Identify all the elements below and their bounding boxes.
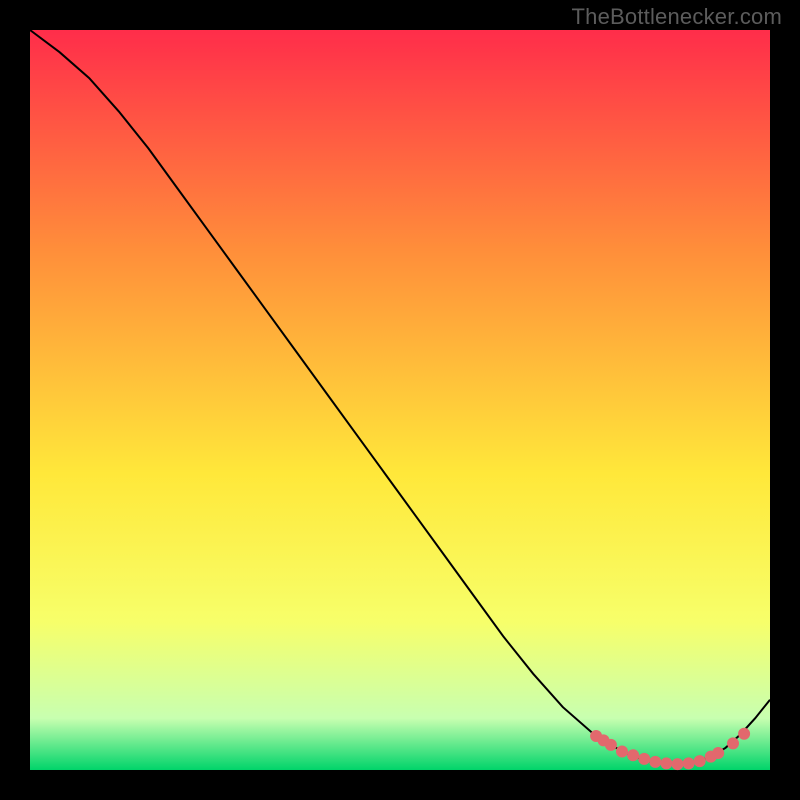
marker-point [672, 758, 684, 770]
marker-point [627, 749, 639, 761]
marker-point [660, 757, 672, 769]
chart-svg [30, 30, 770, 770]
marker-point [712, 747, 724, 759]
marker-point [605, 739, 617, 751]
marker-group [590, 728, 750, 770]
marker-point [727, 737, 739, 749]
marker-point [694, 755, 706, 767]
stage: TheBottlenecker.com [0, 0, 800, 800]
watermark-text: TheBottlenecker.com [572, 4, 782, 30]
bottleneck-curve [30, 30, 770, 764]
marker-point [638, 753, 650, 765]
marker-point [683, 757, 695, 769]
marker-point [616, 746, 628, 758]
marker-point [738, 728, 750, 740]
plot-area [30, 30, 770, 770]
marker-point [649, 756, 661, 768]
